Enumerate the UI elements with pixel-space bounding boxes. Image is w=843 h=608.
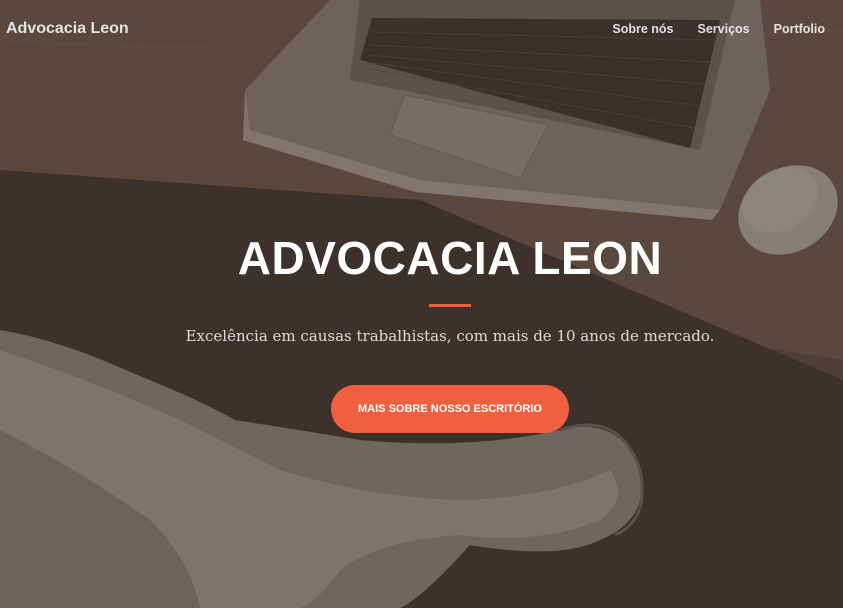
hero-section: Advocacia Leon Sobre nós Serviços Portfo… (0, 0, 843, 608)
hero-subtitle: Excelência em causas trabalhistas, com m… (185, 327, 715, 345)
nav-link-servicos[interactable]: Serviços (697, 22, 749, 36)
hero-title: ADVOCACIA LEON (237, 232, 663, 284)
navbar: Advocacia Leon Sobre nós Serviços Portfo… (0, 0, 843, 60)
nav-link-portfolio[interactable]: Portfolio (774, 22, 825, 36)
nav-links: Sobre nós Serviços Portfolio (612, 22, 825, 36)
cta-button[interactable]: MAIS SOBRE NOSSO ESCRITÓRIO (331, 385, 569, 433)
hero-content: ADVOCACIA LEON Excelência em causas trab… (0, 228, 843, 433)
title-divider (429, 304, 471, 307)
nav-link-sobre-nos[interactable]: Sobre nós (612, 22, 673, 36)
brand-link[interactable]: Advocacia Leon (6, 20, 129, 38)
